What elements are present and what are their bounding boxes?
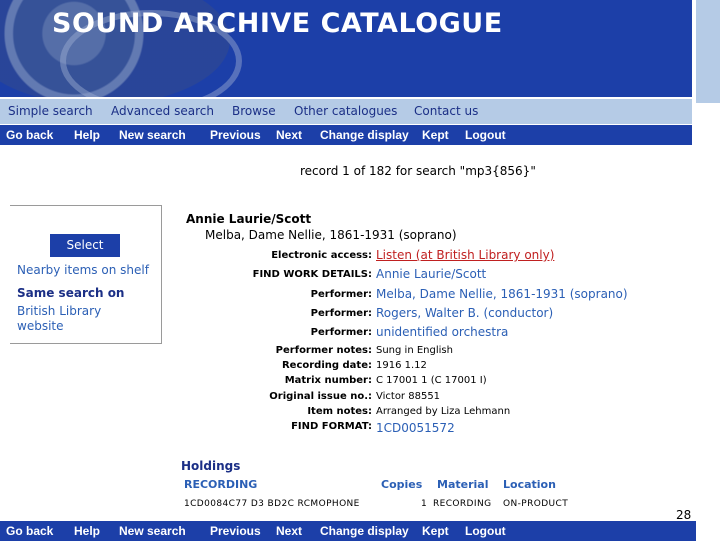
previous-button[interactable]: Previous (210, 524, 261, 538)
help-button[interactable]: Help (74, 524, 100, 538)
performer-link[interactable]: Rogers, Walter B. (conductor) (376, 306, 553, 320)
toolbar-top: Go back Help New search Previous Next Ch… (0, 125, 692, 145)
field-label-performer: Performer: (310, 327, 372, 338)
toolbar-bottom: Go back Help New search Previous Next Ch… (0, 521, 696, 541)
new-search-button[interactable]: New search (119, 524, 186, 538)
same-search-heading: Same search on (17, 286, 125, 300)
next-button[interactable]: Next (276, 524, 302, 538)
menu-simple-search[interactable]: Simple search (8, 104, 93, 118)
page-number: 28 (676, 508, 692, 522)
matrix-number-value: C 17001 1 (C 17001 I) (376, 375, 487, 386)
record-title: Annie Laurie/Scott (186, 212, 312, 226)
previous-button[interactable]: Previous (210, 128, 261, 142)
holdings-col-recording: RECORDING (184, 478, 258, 491)
british-library-website-link[interactable]: British Library website (17, 304, 127, 334)
original-issue-value: Victor 88551 (376, 391, 441, 402)
holdings-col-material: Material (437, 478, 489, 491)
help-button[interactable]: Help (74, 128, 100, 142)
field-label-recording-date: Recording date: (281, 360, 372, 371)
side-panel: Select Nearby items on shelf Same search… (10, 205, 162, 344)
nearby-items-link[interactable]: Nearby items on shelf (17, 263, 149, 277)
new-search-button[interactable]: New search (119, 128, 186, 142)
performer-link[interactable]: Melba, Dame Nellie, 1861-1931 (soprano) (376, 287, 628, 301)
field-label-item-notes: Item notes: (307, 406, 372, 417)
banner-title: SOUND ARCHIVE CATALOGUE (52, 8, 503, 39)
go-back-button[interactable]: Go back (6, 524, 53, 538)
performer-notes-value: Sung in English (376, 345, 453, 356)
right-edge-strip (696, 0, 720, 103)
recording-date-value: 1916 1.12 (376, 360, 427, 371)
menu-advanced-search[interactable]: Advanced search (111, 104, 214, 118)
field-label-electronic-access: Electronic access: (271, 250, 372, 261)
record-status: record 1 of 182 for search "mp3{856}" (300, 164, 536, 178)
field-label-performer-notes: Performer notes: (275, 345, 372, 356)
field-label-original-issue: Original issue no.: (269, 391, 372, 402)
menu-browse[interactable]: Browse (232, 104, 276, 118)
go-back-button[interactable]: Go back (6, 128, 53, 142)
holdings-cell-location: ON-PRODUCT (503, 499, 569, 509)
select-button[interactable]: Select (50, 234, 120, 257)
performer-link[interactable]: unidentified orchestra (376, 325, 508, 339)
kept-button[interactable]: Kept (422, 128, 449, 142)
next-button[interactable]: Next (276, 128, 302, 142)
kept-button[interactable]: Kept (422, 524, 449, 538)
field-label-matrix-number: Matrix number: (284, 375, 372, 386)
listen-link[interactable]: Listen (at British Library only) (376, 248, 554, 262)
logout-button[interactable]: Logout (465, 524, 506, 538)
field-label-performer: Performer: (310, 308, 372, 319)
field-label-find-work: FIND WORK DETAILS: (252, 269, 372, 280)
banner: SOUND ARCHIVE CATALOGUE (0, 0, 692, 97)
record-subtitle: Melba, Dame Nellie, 1861-1931 (soprano) (205, 228, 457, 242)
item-notes-value: Arranged by Liza Lehmann (376, 406, 511, 417)
holdings-cell-copies: 1 (421, 499, 428, 509)
holdings-col-location: Location (503, 478, 556, 491)
holdings-cell-shelfmark: 1CD0084C77 D3 BD2C RCMOPHONE (184, 499, 360, 509)
menu-contact-us[interactable]: Contact us (414, 104, 478, 118)
logout-button[interactable]: Logout (465, 128, 506, 142)
menu-other-catalogues[interactable]: Other catalogues (294, 104, 397, 118)
holdings-cell-material: RECORDING (433, 499, 492, 509)
find-format-link[interactable]: 1CD0051572 (376, 421, 455, 435)
field-label-find-format: FIND FORMAT: (291, 421, 372, 432)
field-label-performer: Performer: (310, 289, 372, 300)
change-display-button[interactable]: Change display (320, 128, 409, 142)
menu-bar: Simple search Advanced search Browse Oth… (0, 99, 692, 124)
holdings-col-copies: Copies (381, 478, 423, 491)
find-work-link[interactable]: Annie Laurie/Scott (376, 267, 486, 281)
holdings-heading: Holdings (181, 459, 241, 473)
change-display-button[interactable]: Change display (320, 524, 409, 538)
